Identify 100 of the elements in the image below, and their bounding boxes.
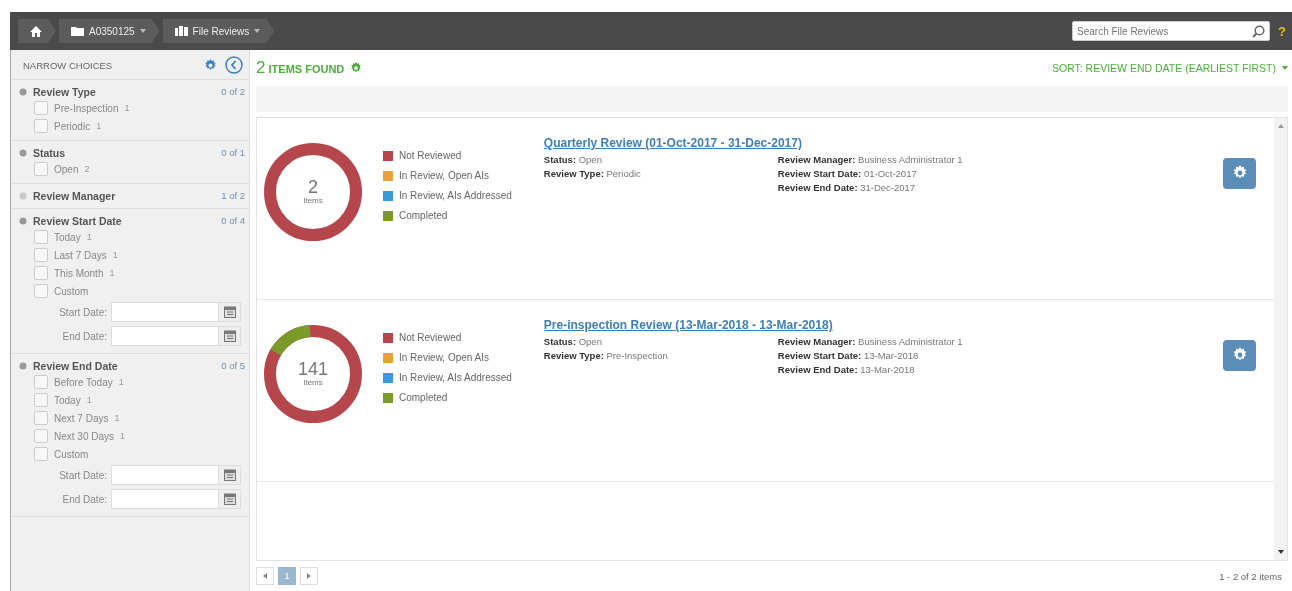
scroll-up-icon[interactable] — [1277, 123, 1284, 128]
review-property: Review Start Date: 13-Mar-2018 — [777, 349, 920, 361]
caret-icon — [1282, 65, 1288, 70]
filter-count: 0 of 5 — [221, 360, 245, 371]
review-property: Status: Open — [543, 153, 603, 165]
option-label[interactable]: Pre-Inspection — [54, 102, 119, 114]
sidebar-title: NARROW CHOICES — [23, 59, 114, 71]
field-label: Start Date: — [59, 306, 107, 318]
option-label[interactable]: Before Today — [54, 376, 113, 388]
option-count: 1 — [114, 413, 120, 423]
checkbox[interactable] — [34, 230, 48, 244]
search-field[interactable]: Search File Reviews — [1072, 21, 1271, 41]
review-property: Review Type: Pre-Inspection — [543, 349, 669, 361]
calendar-icon[interactable] — [223, 469, 236, 481]
legend-label: In Review, AIs Addressed — [399, 372, 512, 384]
field-label: Start Date: — [59, 469, 107, 481]
pager-summary: 1 - 2 of 2 items — [1219, 570, 1282, 582]
breadcrumb[interactable]: A0350125 — [59, 19, 160, 43]
filter-count: 0 of 1 — [221, 147, 245, 158]
review-property: Review Manager: Business Administrator 1 — [777, 335, 964, 347]
option-count: 1 — [86, 232, 92, 242]
review-property: Review Manager: Business Administrator 1 — [777, 153, 964, 165]
checkbox[interactable] — [34, 447, 48, 461]
option-label[interactable]: Periodic — [54, 120, 91, 132]
option-count: 1 — [120, 431, 126, 441]
filter-count: 0 of 4 — [221, 215, 245, 226]
filter-count: 0 of 2 — [221, 86, 245, 97]
checkbox[interactable] — [34, 375, 48, 389]
filter-group-title[interactable]: Status — [33, 146, 216, 159]
previous-page-button[interactable] — [256, 567, 274, 586]
option-label[interactable]: Next 30 Days — [54, 430, 115, 442]
calendar-icon[interactable] — [223, 330, 236, 342]
page-button[interactable]: 1 — [278, 567, 296, 586]
caret-icon — [254, 29, 261, 33]
checkbox[interactable] — [34, 101, 48, 115]
filter-group-title[interactable]: Review Manager — [33, 189, 216, 202]
option-label[interactable]: Custom — [54, 448, 89, 460]
option-label[interactable]: Last 7 Days — [54, 249, 107, 261]
breadcrumb[interactable] — [18, 19, 56, 43]
option-count: 1 — [124, 103, 130, 113]
legend-label: In Review, Open AIs — [399, 170, 490, 182]
legend-label: Completed — [399, 392, 448, 404]
collapse-icon[interactable] — [225, 56, 243, 74]
filter-count: 1 of 2 — [221, 190, 245, 201]
legend-label: Not Reviewed — [399, 332, 462, 344]
help-link[interactable]: ? — [1278, 23, 1286, 39]
checkbox[interactable] — [34, 162, 48, 176]
review-link[interactable]: Pre-inspection Review (13-Mar-2018 - 13-Mar-2018) — [543, 317, 833, 332]
option-count: 1 — [109, 268, 115, 278]
settings-icon[interactable] — [350, 61, 363, 74]
checkbox[interactable] — [34, 248, 48, 262]
option-label[interactable]: Next 7 Days — [54, 412, 109, 424]
option-count: 2 — [84, 164, 90, 174]
breadcrumb[interactable]: File Reviews — [162, 19, 275, 43]
option-count: 1 — [118, 377, 124, 387]
donut-total: 141 — [297, 360, 328, 379]
option-label[interactable]: Custom — [54, 285, 89, 297]
review-property: Review Start Date: 01-Oct-2017 — [777, 167, 918, 179]
checkbox[interactable] — [34, 429, 48, 443]
results-count: 2 ITEMS FOUND — [256, 57, 345, 78]
filter-group-title[interactable]: Review Type — [33, 85, 216, 98]
date-field[interactable] — [111, 326, 219, 346]
next-icon — [307, 573, 311, 580]
option-label[interactable]: This Month — [54, 267, 104, 279]
review-property: Status: Open — [543, 335, 603, 347]
date-field[interactable] — [111, 465, 219, 485]
donut-total: 2 — [308, 178, 318, 197]
filter-group-title[interactable]: Review End Date — [33, 359, 216, 372]
legend-label: In Review, Open AIs — [399, 352, 490, 364]
settings-icon[interactable] — [204, 58, 217, 72]
review-link[interactable]: Quarterly Review (01-Oct-2017 - 31-Dec-2017) — [543, 135, 802, 150]
checkbox[interactable] — [34, 393, 48, 407]
calendar-icon[interactable] — [223, 306, 236, 318]
option-label[interactable]: Today — [54, 394, 81, 406]
sort-dropdown[interactable]: SORT: REVIEW END DATE (EARLIEST FIRST) — [1051, 61, 1276, 74]
checkbox[interactable] — [34, 284, 48, 298]
books-icon — [174, 26, 188, 36]
option-label[interactable]: Open — [54, 163, 79, 175]
option-count: 1 — [112, 250, 118, 260]
option-label[interactable]: Today — [54, 231, 81, 243]
donut-unit: Items — [303, 378, 323, 388]
checkbox[interactable] — [34, 119, 48, 133]
caret-icon — [139, 29, 146, 33]
filter-group-title[interactable]: Review Start Date — [33, 214, 216, 227]
next-page-button[interactable] — [300, 567, 318, 586]
review-property: Review Type: Periodic — [543, 167, 642, 179]
scrollbar[interactable] — [1274, 117, 1287, 561]
settings-button[interactable] — [1223, 339, 1256, 371]
settings-button[interactable] — [1223, 157, 1256, 189]
review-property: Review End Date: 13-Mar-2018 — [777, 363, 916, 375]
checkbox[interactable] — [34, 266, 48, 280]
date-field[interactable] — [111, 489, 219, 509]
legend-label: Completed — [399, 210, 448, 222]
scroll-down-icon[interactable] — [1277, 550, 1284, 555]
previous-icon — [263, 573, 267, 580]
review-property: Review End Date: 31-Dec-2017 — [777, 181, 917, 193]
calendar-icon[interactable] — [223, 493, 236, 505]
date-field[interactable] — [111, 302, 219, 322]
option-count: 1 — [86, 395, 92, 405]
checkbox[interactable] — [34, 411, 48, 425]
